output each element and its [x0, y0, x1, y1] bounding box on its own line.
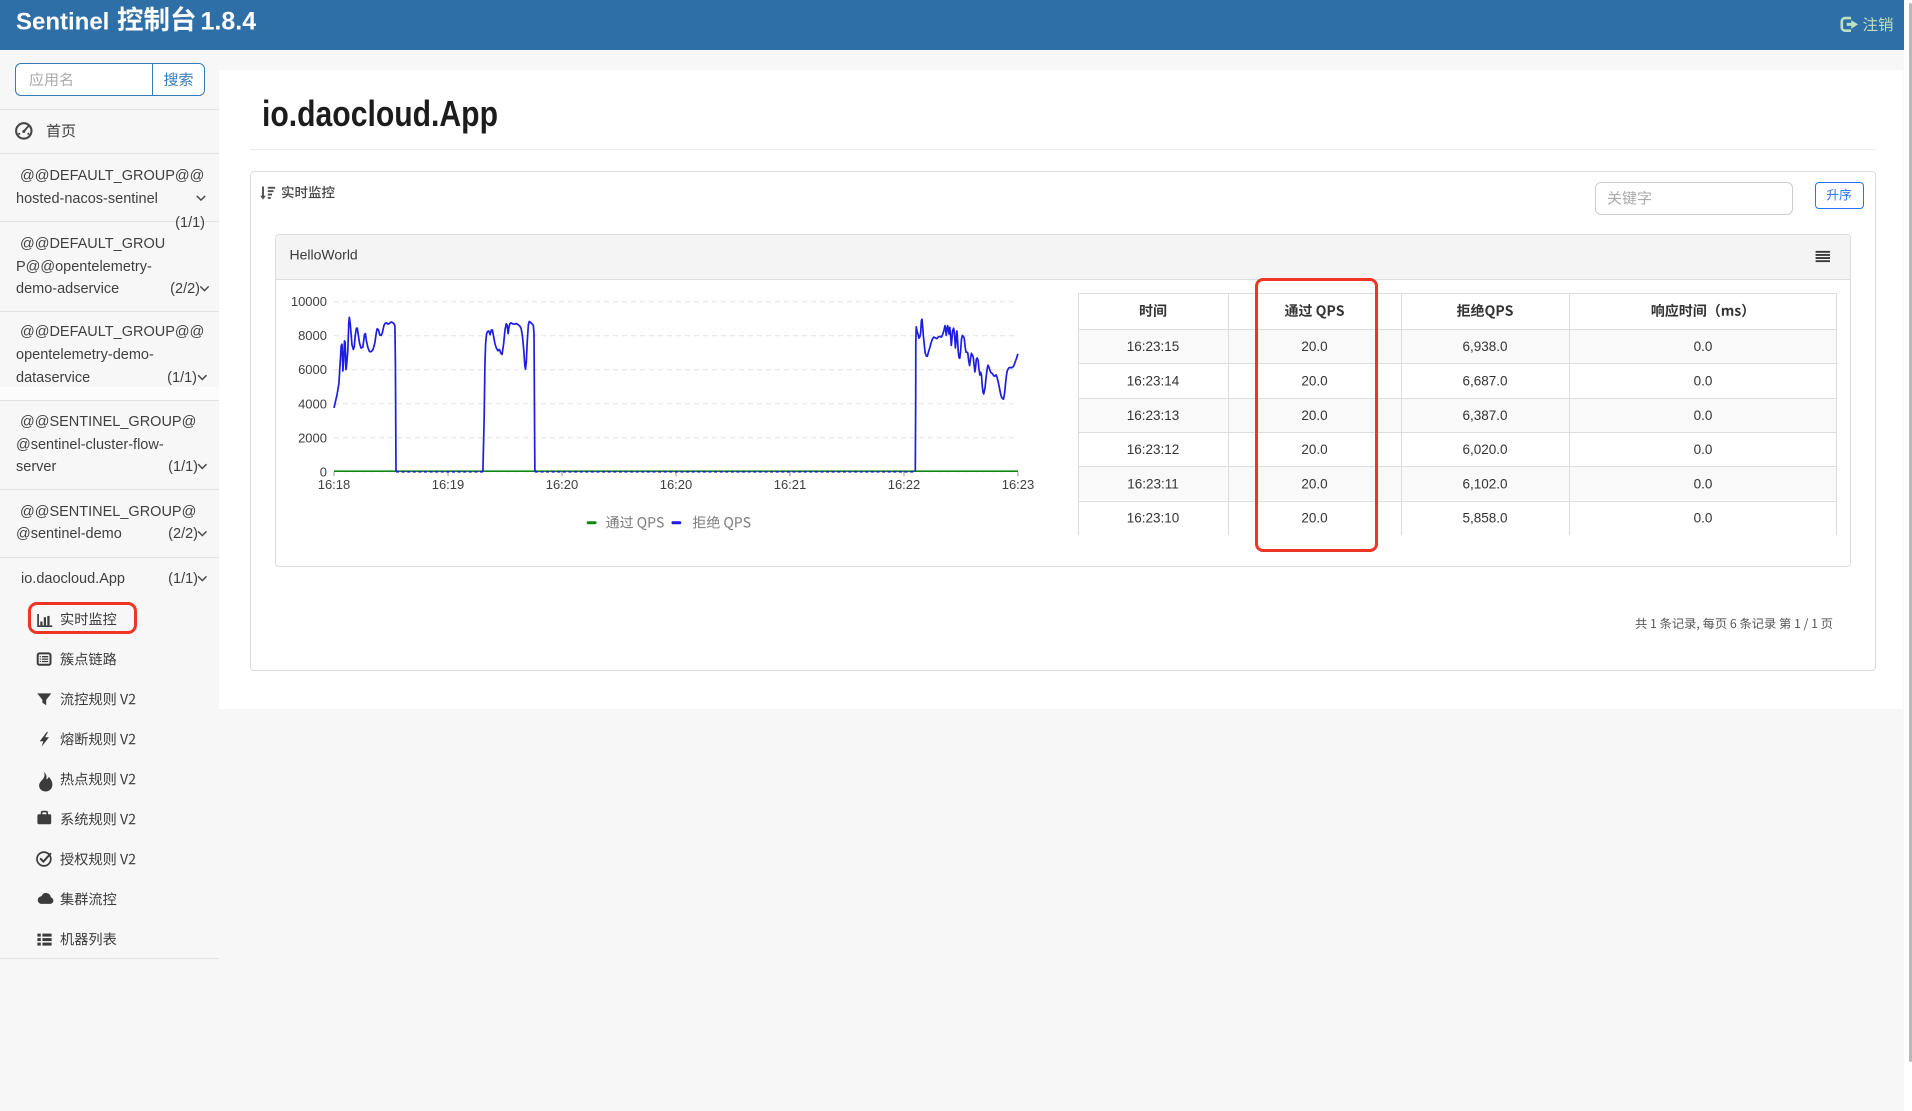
svg-text:@sentinel-cluster-flow-: @sentinel-cluster-flow-	[16, 437, 164, 453]
svg-text:hosted-nacos-sentinel: hosted-nacos-sentinel	[16, 191, 158, 207]
svg-text:P@@opentelemetry-: P@@opentelemetry-	[16, 259, 152, 275]
svg-text:(1/1): (1/1)	[168, 571, 198, 587]
svg-text:dataservice: dataservice	[16, 370, 90, 386]
svg-text:@@SENTINEL_GROUP@: @@SENTINEL_GROUP@	[20, 414, 196, 430]
svg-text:@@DEFAULT_GROUP@@: @@DEFAULT_GROUP@@	[20, 168, 204, 184]
svg-text:opentelemetry-demo-: opentelemetry-demo-	[16, 347, 154, 363]
svg-text:@@DEFAULT_GROU: @@DEFAULT_GROU	[20, 236, 165, 252]
svg-text:(2/2): (2/2)	[170, 281, 200, 297]
svg-text:(1/1): (1/1)	[168, 459, 198, 475]
svg-text:@sentinel-demo: @sentinel-demo	[16, 526, 122, 542]
svg-text:(1/1): (1/1)	[167, 370, 197, 386]
svg-text:demo-adservice: demo-adservice	[16, 281, 119, 297]
svg-text:@@SENTINEL_GROUP@: @@SENTINEL_GROUP@	[20, 504, 196, 520]
svg-text:@@DEFAULT_GROUP@@: @@DEFAULT_GROUP@@	[20, 324, 204, 340]
svg-text:(1/1): (1/1)	[175, 215, 205, 231]
svg-text:server: server	[16, 459, 56, 475]
svg-text:io.daocloud.App: io.daocloud.App	[21, 571, 125, 587]
svg-text:(2/2): (2/2)	[168, 526, 198, 542]
